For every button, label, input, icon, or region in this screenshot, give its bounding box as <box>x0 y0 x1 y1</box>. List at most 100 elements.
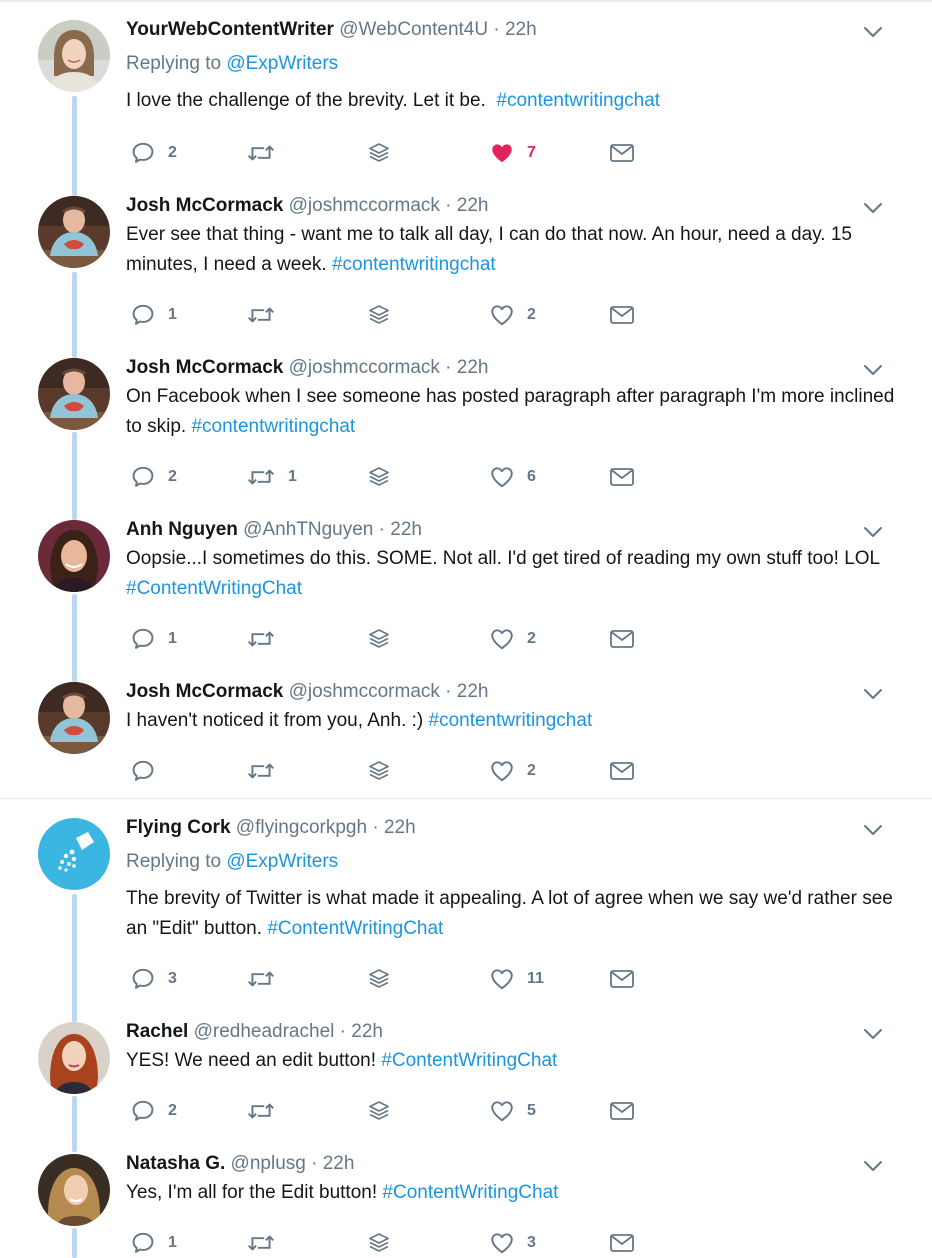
display-name[interactable]: Josh McCormack <box>126 681 283 702</box>
retweet-button[interactable] <box>246 624 288 654</box>
conversation-divider <box>0 798 932 799</box>
user-handle[interactable]: @redheadrachel <box>194 1021 335 1042</box>
hashtag-link[interactable]: #contentwritingchat <box>429 710 593 731</box>
like-button[interactable]: 6 <box>489 462 536 492</box>
hashtag-link[interactable]: #contentwritingchat <box>332 254 496 275</box>
message-button[interactable] <box>609 624 635 654</box>
timestamp[interactable]: 22h <box>505 19 537 40</box>
retweet-button[interactable]: 1 <box>246 462 297 492</box>
share-button[interactable] <box>367 964 391 994</box>
hashtag-link[interactable]: #ContentWritingChat <box>382 1182 558 1203</box>
message-button[interactable] <box>609 1096 635 1126</box>
retweet-button[interactable] <box>246 1096 288 1126</box>
display-name[interactable]: Anh Nguyen <box>126 519 238 540</box>
like-button[interactable]: 3 <box>489 1228 536 1258</box>
retweet-icon <box>246 758 276 784</box>
replying-to: Replying to @ExpWriters <box>126 52 338 76</box>
timestamp[interactable]: 22h <box>351 1021 383 1042</box>
reply-button[interactable]: 1 <box>130 1228 177 1258</box>
display-name[interactable]: Rachel <box>126 1021 188 1042</box>
share-button[interactable] <box>367 300 391 330</box>
avatar[interactable] <box>38 1154 110 1226</box>
display-name[interactable]: Josh McCormack <box>126 195 283 216</box>
retweet-button[interactable] <box>246 964 288 994</box>
tweet-body: The brevity of Twitter is what made it a… <box>126 888 899 939</box>
timestamp[interactable]: 22h <box>457 195 489 216</box>
avatar[interactable] <box>38 1022 110 1094</box>
chevron-down-icon[interactable] <box>862 1158 884 1174</box>
message-button[interactable] <box>609 462 635 492</box>
chevron-down-icon[interactable] <box>862 200 884 216</box>
timestamp[interactable]: 22h <box>457 357 489 378</box>
avatar[interactable] <box>38 520 110 592</box>
timestamp[interactable]: 22h <box>390 519 422 540</box>
user-handle[interactable]: @AnhTNguyen <box>243 519 373 540</box>
chevron-down-icon[interactable] <box>862 822 884 838</box>
share-button[interactable] <box>367 462 391 492</box>
share-button[interactable] <box>367 138 391 168</box>
reply-button[interactable]: 3 <box>130 964 177 994</box>
reply-button[interactable]: 2 <box>130 462 177 492</box>
chevron-down-icon[interactable] <box>862 24 884 40</box>
message-button[interactable] <box>609 1228 635 1258</box>
user-handle[interactable]: @WebContent4U <box>339 19 488 40</box>
timestamp[interactable]: 22h <box>323 1153 355 1174</box>
display-name[interactable]: Natasha G. <box>126 1153 225 1174</box>
chevron-down-icon[interactable] <box>862 686 884 702</box>
chevron-down-icon[interactable] <box>862 1026 884 1042</box>
share-button[interactable] <box>367 756 391 786</box>
reply-button[interactable]: 1 <box>130 624 177 654</box>
user-handle[interactable]: @joshmccormack <box>289 357 440 378</box>
like-button[interactable]: 11 <box>489 964 544 994</box>
like-button[interactable]: 2 <box>489 756 536 786</box>
avatar[interactable] <box>38 20 110 92</box>
message-button[interactable] <box>609 138 635 168</box>
retweet-button[interactable] <box>246 300 288 330</box>
timestamp[interactable]: 22h <box>384 817 416 838</box>
avatar[interactable] <box>38 682 110 754</box>
chevron-down-icon[interactable] <box>862 524 884 540</box>
like-button[interactable]: 5 <box>489 1096 536 1126</box>
like-button[interactable]: 2 <box>489 300 536 330</box>
replying-to-link[interactable]: @ExpWriters <box>226 53 338 74</box>
retweet-button[interactable] <box>246 138 288 168</box>
user-handle[interactable]: @nplusg <box>231 1153 306 1174</box>
thread-line <box>72 894 77 1022</box>
retweet-button[interactable] <box>246 756 288 786</box>
user-handle[interactable]: @flyingcorkpgh <box>236 817 367 838</box>
like-button[interactable]: 7 <box>489 138 536 168</box>
user-handle[interactable]: @joshmccormack <box>289 681 440 702</box>
avatar[interactable] <box>38 818 110 890</box>
hashtag-link[interactable]: #contentwritingchat <box>496 90 660 111</box>
replying-to-link[interactable]: @ExpWriters <box>226 851 338 872</box>
display-name[interactable]: Flying Cork <box>126 817 231 838</box>
avatar[interactable] <box>38 196 110 268</box>
chevron-down-icon[interactable] <box>862 362 884 378</box>
share-button[interactable] <box>367 1096 391 1126</box>
message-button[interactable] <box>609 756 635 786</box>
avatar[interactable] <box>38 358 110 430</box>
heart-icon <box>489 758 515 784</box>
tweet-text: On Facebook when I see someone has poste… <box>126 382 896 442</box>
hashtag-link[interactable]: #contentwritingchat <box>191 416 355 437</box>
display-name[interactable]: Josh McCormack <box>126 357 283 378</box>
reply-button[interactable]: 2 <box>130 138 177 168</box>
hashtag-link[interactable]: #ContentWritingChat <box>267 918 443 939</box>
reply-button[interactable]: 1 <box>130 300 177 330</box>
hashtag-link[interactable]: #ContentWritingChat <box>126 578 302 599</box>
message-button[interactable] <box>609 964 635 994</box>
like-count: 3 <box>527 1234 536 1251</box>
hashtag-link[interactable]: #ContentWritingChat <box>381 1050 557 1071</box>
reply-button[interactable] <box>130 756 168 786</box>
retweet-count: 1 <box>288 468 297 485</box>
retweet-button[interactable] <box>246 1228 288 1258</box>
share-button[interactable] <box>367 624 391 654</box>
share-button[interactable] <box>367 1228 391 1258</box>
tweet-body: Yes, I'm all for the Edit button! <box>126 1182 383 1203</box>
reply-button[interactable]: 2 <box>130 1096 177 1126</box>
user-handle[interactable]: @joshmccormack <box>289 195 440 216</box>
like-button[interactable]: 2 <box>489 624 536 654</box>
message-button[interactable] <box>609 300 635 330</box>
timestamp[interactable]: 22h <box>457 681 489 702</box>
display-name[interactable]: YourWebContentWriter <box>126 19 334 40</box>
